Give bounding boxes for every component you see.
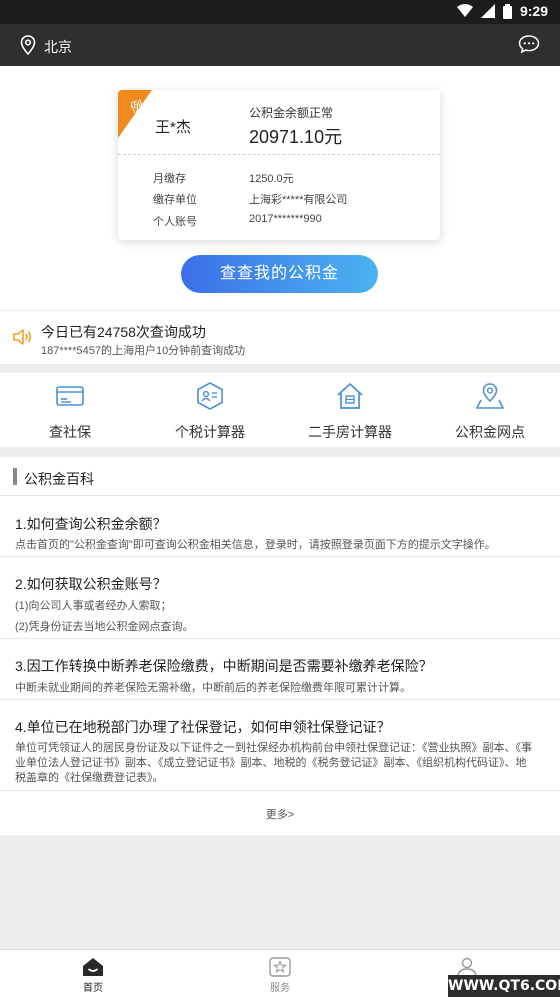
faq-item[interactable]: 4.单位已在地税部门办理了社保登记，如何申领社保登记证？ 单位可凭领证人的居民身… — [0, 700, 560, 791]
tool-label: 二手房计算器 — [308, 424, 392, 440]
faq-answer: 中断未就业期间的养老保险无需补缴，中断前后的养老保险缴费年限可累计计算。 — [15, 682, 411, 694]
notice-main-text: 今日已有24758次查询成功 — [41, 324, 206, 340]
status-bar: 9:29 — [0, 0, 560, 24]
faq-question: 2.如何获取公积金账号？ — [15, 576, 167, 592]
tool-label: 个税计算器 — [175, 424, 245, 440]
speaker-icon — [13, 329, 32, 345]
top-section: 例 王*杰 公积金余额正常 20971.10元 月缴存 1250.0元 缴存单位… — [0, 66, 560, 310]
wiki-title: 公积金百科 — [24, 471, 94, 487]
faq-question: 3.因工作转换中断养老保险缴费，中断期间是否需要补缴养老保险？ — [15, 658, 433, 674]
faq-item[interactable]: 1.如何查询公积金余额？ 点击首页的"公积金查询"即可查询公积金相关信息，登录时… — [0, 496, 560, 557]
tools-row: 查社保 个税计算器 二手房计算器 公积金网点 — [0, 373, 560, 447]
faq-answer-line-2: (2)凭身份证去当地公积金网点查询。 — [15, 621, 194, 633]
account-number-label: 个人账号 — [153, 216, 197, 228]
signal-icon — [480, 4, 495, 18]
tab-label: 服务 — [270, 983, 290, 994]
tool-label: 公积金网点 — [455, 424, 525, 440]
faq-item[interactable]: 3.因工作转换中断养老保险缴费，中断期间是否需要补缴养老保险？ 中断未就业期间的… — [0, 639, 560, 700]
message-icon[interactable] — [518, 34, 540, 54]
tool-tax-calculator[interactable]: 个税计算器 — [140, 373, 280, 447]
app-header: 北京 — [0, 24, 560, 66]
fund-wiki-section: 公积金百科 1.如何查询公积金余额？ 点击首页的"公积金查询"即可查询公积金相关… — [0, 457, 560, 835]
tab-service[interactable]: 服务 — [245, 950, 315, 997]
status-icons: 9:29 — [456, 3, 548, 19]
city-selector[interactable]: 北京 — [44, 37, 72, 57]
user-icon — [457, 957, 477, 977]
employer-label: 缴存单位 — [153, 194, 197, 206]
monthly-deposit-value: 1250.0元 — [249, 173, 294, 185]
balance-label: 公积金余额正常 — [249, 106, 334, 120]
tax-icon — [197, 382, 223, 410]
star-icon — [269, 957, 291, 977]
status-time: 9:29 — [519, 3, 548, 19]
faq-question: 4.单位已在地税部门办理了社保登记，如何申领社保登记证？ — [15, 719, 391, 735]
faq-answer: (1)向公司人事或者经办人索取； — [15, 600, 172, 612]
house-icon — [337, 383, 363, 409]
site-watermark: WWW.QT6.COM — [448, 975, 560, 997]
battery-icon — [502, 3, 512, 19]
faq-question: 1.如何查询公积金余额？ — [15, 516, 167, 532]
query-fund-button[interactable]: 查查我的公积金 — [181, 255, 378, 293]
map-pin-icon — [476, 383, 504, 409]
card-divider — [118, 154, 440, 155]
tool-label: 查社保 — [49, 424, 91, 440]
balance-value: 20971.10元 — [249, 127, 343, 147]
more-link[interactable]: 更多> — [0, 806, 560, 822]
tab-label: 首页 — [83, 983, 103, 994]
tool-social-security[interactable]: 查社保 — [0, 373, 140, 447]
sample-account-card: 例 王*杰 公积金余额正常 20971.10元 月缴存 1250.0元 缴存单位… — [118, 90, 440, 240]
monthly-deposit-label: 月缴存 — [153, 173, 186, 185]
notice-sub-text: 187****5457的上海用户10分钟前查询成功 — [41, 345, 246, 357]
tool-house-calculator[interactable]: 二手房计算器 — [280, 373, 420, 447]
account-number-value: 2017*******990 — [249, 213, 322, 225]
faq-answer: 单位可凭领证人的居民身份证及以下证件之一到社保经办机构前台申领社保登记证：《营业… — [15, 742, 532, 784]
account-holder-name: 王*杰 — [155, 119, 191, 136]
tab-home[interactable]: 首页 — [58, 950, 128, 997]
home-icon — [83, 958, 103, 976]
wiki-title-bar — [13, 468, 17, 485]
card-icon — [56, 386, 84, 406]
query-notice: 今日已有24758次查询成功 187****5457的上海用户10分钟前查询成功 — [0, 311, 560, 364]
location-pin-icon[interactable] — [20, 35, 36, 55]
employer-value: 上海彩*****有限公司 — [249, 194, 348, 206]
wifi-icon — [456, 4, 473, 17]
wiki-header: 公积金百科 — [0, 457, 560, 496]
faq-item[interactable]: 2.如何获取公积金账号？ (1)向公司人事或者经办人索取； (2)凭身份证去当地… — [0, 557, 560, 639]
faq-answer: 点击首页的"公积金查询"即可查询公积金相关信息，登录时，请按照登录页面下方的提示… — [15, 539, 496, 551]
tool-fund-branches[interactable]: 公积金网点 — [420, 373, 560, 447]
